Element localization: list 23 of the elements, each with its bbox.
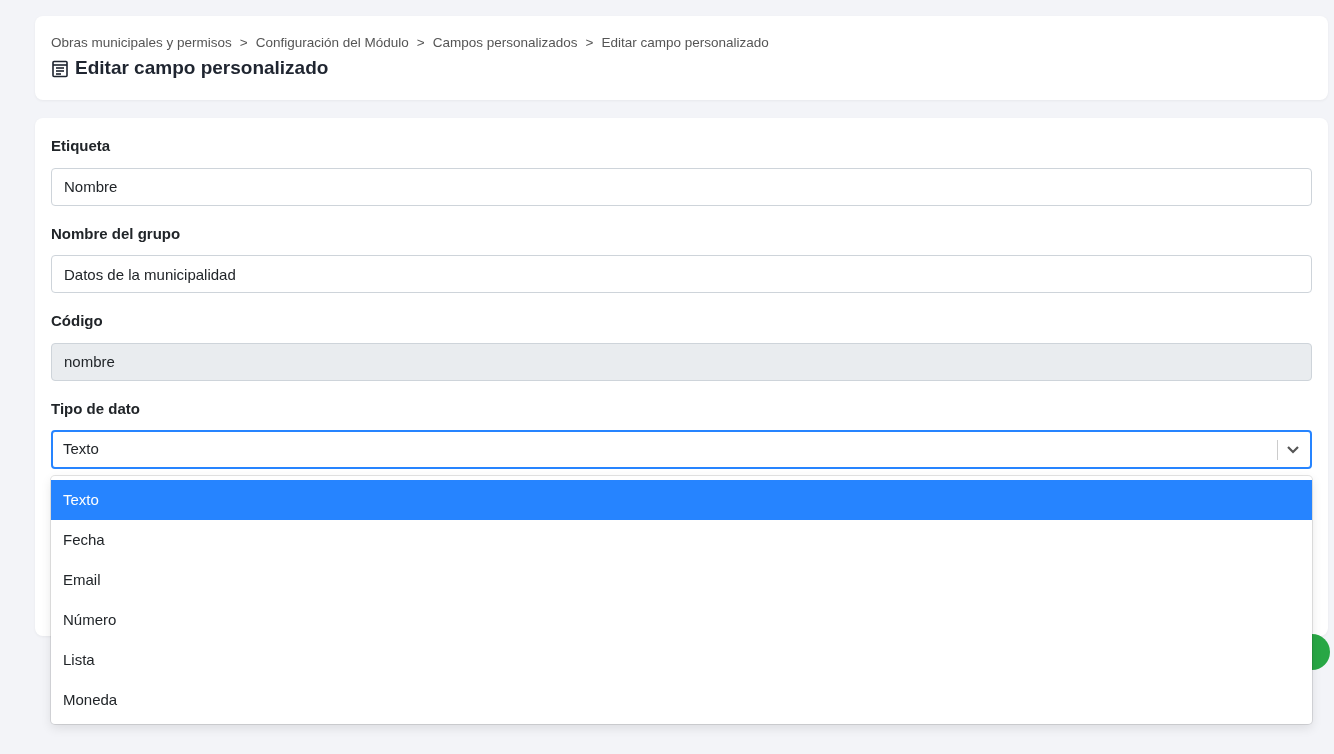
dropdown-option[interactable]: Texto <box>51 480 1312 521</box>
dropdown-option[interactable]: Número <box>51 600 1312 641</box>
dropdown-option[interactable]: Fecha <box>51 520 1312 561</box>
field-label: Código <box>51 311 103 332</box>
field-label: Nombre del grupo <box>51 223 181 244</box>
input-field[interactable]: Datos de la municipalidad <box>51 255 1312 294</box>
breadcrumb-separator: > <box>585 34 594 52</box>
breadcrumb-separator: > <box>239 34 248 52</box>
breadcrumb-link[interactable]: Campos personalizados <box>432 33 578 54</box>
breadcrumb-link[interactable]: Obras municipales y permisos <box>51 33 232 54</box>
breadcrumb-link[interactable]: Configuración del Módulo <box>255 33 409 54</box>
field-label: Tipo de dato <box>51 398 140 419</box>
form-list-icon <box>51 59 69 78</box>
breadcrumb-separator: > <box>416 34 425 52</box>
dropdown-option[interactable]: Moneda <box>51 680 1312 721</box>
field-label: Etiqueta <box>51 136 111 157</box>
dropdown-option[interactable]: Lista <box>51 640 1312 681</box>
input-field[interactable]: Nombre <box>51 167 1312 206</box>
breadcrumb-current: Editar campo personalizado <box>601 34 769 52</box>
page-title: Editar campo personalizado <box>75 57 329 81</box>
select-field[interactable]: Texto <box>51 430 1312 470</box>
dropdown-option[interactable]: Email <box>51 560 1312 601</box>
chevron-down-icon <box>1286 445 1300 455</box>
